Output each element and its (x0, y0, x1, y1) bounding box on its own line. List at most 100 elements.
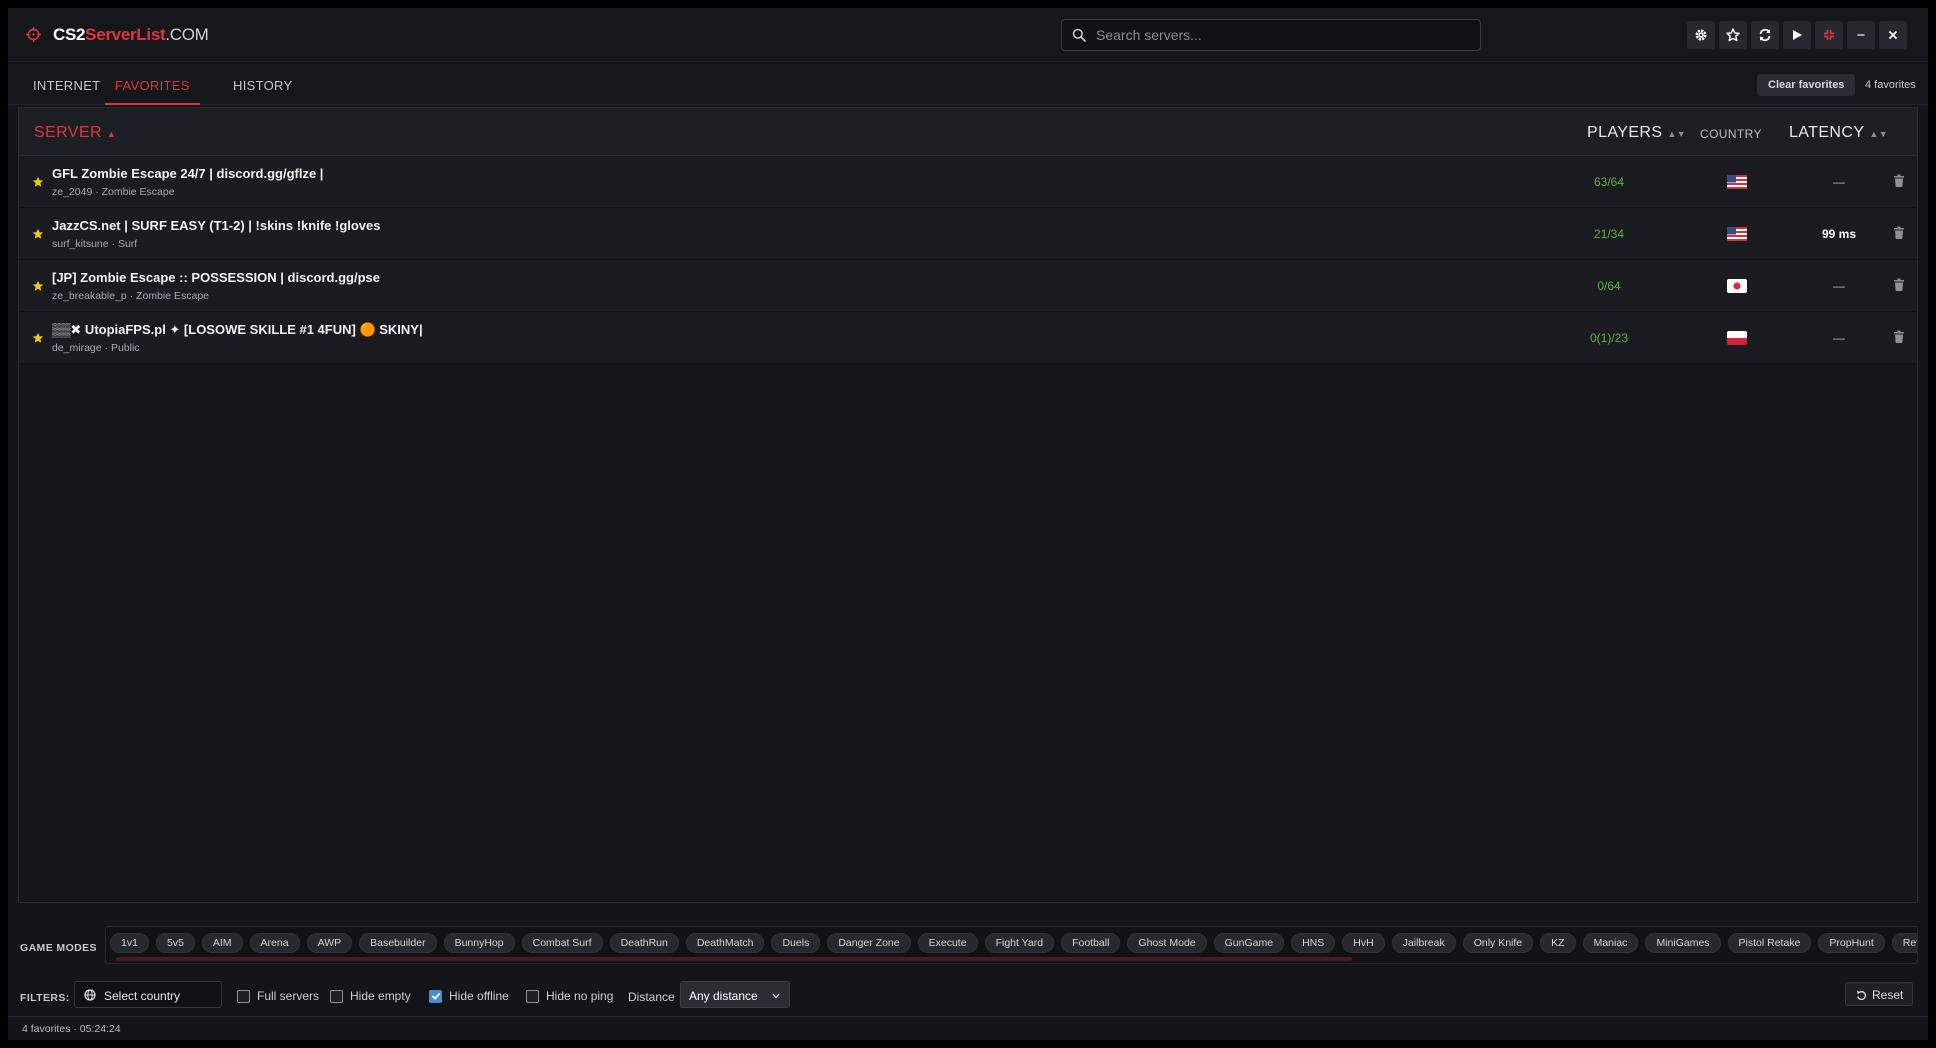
server-map: ze_2049 · Zombie Escape (52, 186, 175, 198)
jp-flag-icon (1727, 279, 1747, 293)
trash-icon[interactable] (1893, 278, 1905, 292)
game-mode-chip[interactable]: DeathRun (609, 933, 679, 953)
game-mode-chip[interactable]: Combat Surf (521, 933, 603, 953)
us-flag-icon (1727, 227, 1747, 241)
tab-history[interactable]: HISTORY (233, 62, 292, 105)
header-country[interactable]: COUNTRY (1700, 127, 1762, 141)
game-mode-chip[interactable]: 1v1 (110, 933, 149, 953)
header-latency-label: LATENCY (1789, 124, 1865, 141)
header-latency[interactable]: LATENCY ▲▼ (1789, 124, 1888, 142)
favorites-button[interactable] (1719, 21, 1747, 49)
clear-favorites-button[interactable]: Clear favorites (1757, 74, 1856, 96)
game-mode-chip[interactable]: GunGame (1213, 933, 1285, 953)
game-mode-chip[interactable]: Retake (1891, 933, 1917, 953)
hide-offline-checkbox[interactable]: Hide offline (429, 989, 509, 1003)
table-row[interactable]: ▒▒✖ UtopiaFPS.pl ✦ [LOSOWE SKILLE #1 4FU… (19, 312, 1917, 364)
country-select[interactable]: Select country (74, 981, 222, 1008)
table-row[interactable]: [JP] Zombie Escape :: POSSESSION | disco… (19, 260, 1917, 312)
game-modes-scroller[interactable]: 1v1 5v5 AIM Arena AWP Basebuilder BunnyHop Comb… (105, 926, 1918, 964)
favorite-star-icon[interactable] (32, 280, 44, 292)
favorite-star-icon[interactable] (32, 332, 44, 344)
game-mode-chip[interactable]: Only Knife (1462, 933, 1534, 953)
game-modes-bar: GAME MODES 1v1 5v5 AIM Arena AWP Basebuilder B… (8, 918, 1928, 972)
table-row[interactable]: JazzCS.net | SURF EASY (T1-2) | !skins !… (19, 208, 1917, 260)
game-mode-chip[interactable]: DeathMatch (685, 933, 765, 953)
distance-select[interactable]: Any distance (680, 981, 790, 1008)
table-row[interactable]: GFL Zombie Escape 24/7 | discord.gg/gflz… (19, 156, 1917, 208)
game-mode-chip[interactable]: KZ (1540, 933, 1576, 953)
game-mode-chip[interactable]: Arena (249, 933, 300, 953)
game-mode-chip[interactable]: HNS (1291, 933, 1336, 953)
play-icon (1793, 30, 1802, 40)
game-modes-scrollbar[interactable] (116, 957, 1352, 961)
sort-asc-icon: ▲ (106, 129, 117, 139)
server-name: JazzCS.net | SURF EASY (T1-2) | !skins !… (52, 218, 381, 233)
tab-internet[interactable]: INTERNET (33, 62, 100, 105)
close-button[interactable] (1879, 21, 1907, 49)
latency-value: — (1833, 175, 1845, 189)
checkbox-box[interactable] (526, 989, 539, 1003)
trash-icon[interactable] (1893, 330, 1905, 344)
compress-icon (1824, 30, 1834, 40)
game-mode-chip[interactable]: Execute (917, 933, 978, 953)
checkbox-box[interactable] (330, 989, 343, 1003)
globe-icon (84, 989, 96, 1001)
hide-no-ping-label: Hide no ping (546, 989, 614, 1003)
server-name: [JP] Zombie Escape :: POSSESSION | disco… (52, 270, 380, 285)
game-mode-chip[interactable]: Danger Zone (827, 933, 911, 953)
game-mode-chip[interactable]: Basebuilder (359, 933, 437, 953)
checkbox-box[interactable] (237, 989, 250, 1003)
minimize-button[interactable] (1847, 21, 1875, 49)
server-table: SERVER ▲ PLAYERS ▲▼ COUNTRY LATENCY ▲▼ GFL … (18, 107, 1918, 903)
favorite-star-icon[interactable] (32, 176, 44, 188)
game-mode-chip[interactable]: Fight Yard (984, 933, 1055, 953)
game-mode-chip[interactable]: AIM (201, 933, 243, 953)
distance-label: Distance (628, 990, 675, 1004)
game-mode-chip[interactable]: Jailbreak (1391, 933, 1456, 953)
game-mode-chip[interactable]: 5v5 (155, 933, 195, 953)
app-logo: CS2ServerList.COM (53, 25, 209, 45)
game-mode-chip[interactable]: Ghost Mode (1127, 933, 1207, 953)
logo-part-com: .COM (165, 25, 209, 44)
distance-value: Any distance (689, 989, 758, 1003)
server-name: GFL Zombie Escape 24/7 | discord.gg/gflz… (52, 166, 324, 181)
table-header: SERVER ▲ PLAYERS ▲▼ COUNTRY LATENCY ▲▼ (19, 108, 1917, 156)
game-mode-chip[interactable]: Duels (771, 933, 821, 953)
crosshair-icon (26, 27, 41, 42)
refresh-button[interactable] (1751, 21, 1779, 49)
full-servers-checkbox[interactable]: Full servers (237, 989, 319, 1003)
compact-mode-button[interactable] (1815, 21, 1843, 49)
trash-icon[interactable] (1893, 174, 1905, 188)
game-mode-chip[interactable]: Football (1061, 933, 1121, 953)
game-modes-label: GAME MODES (20, 942, 97, 954)
header-server-label: SERVER (34, 124, 102, 141)
header-server[interactable]: SERVER ▲ (34, 124, 116, 142)
favorite-star-icon[interactable] (32, 228, 44, 240)
full-servers-label: Full servers (257, 989, 320, 1003)
game-mode-chip[interactable]: MiniGames (1645, 933, 1721, 953)
reset-label: Reset (1872, 988, 1904, 1002)
trash-icon[interactable] (1893, 226, 1905, 240)
filters-label: FILTERS: (20, 992, 70, 1004)
game-mode-chip[interactable]: Pistol Retake (1727, 933, 1812, 953)
reset-button[interactable]: Reset (1845, 982, 1913, 1006)
latency-value: 99 ms (1821, 227, 1857, 241)
hide-empty-checkbox[interactable]: Hide empty (330, 989, 411, 1003)
settings-button[interactable] (1687, 21, 1715, 49)
game-mode-chip[interactable]: AWP (306, 933, 353, 953)
server-name: ▒▒✖ UtopiaFPS.pl ✦ [LOSOWE SKILLE #1 4FU… (52, 322, 423, 337)
checkbox-box-checked[interactable] (429, 989, 442, 1003)
game-mode-chip[interactable]: PropHunt (1818, 933, 1885, 953)
latency-value: — (1833, 279, 1845, 293)
game-mode-chip[interactable]: BunnyHop (443, 933, 515, 953)
search-input[interactable] (1096, 20, 1466, 50)
tab-favorites[interactable]: FAVORITES (105, 62, 200, 105)
latency-value: — (1833, 331, 1845, 345)
game-mode-chip[interactable]: HvH (1342, 933, 1385, 953)
game-mode-chip[interactable]: Maniac (1582, 933, 1639, 953)
favorites-count: 4 favorites (1865, 79, 1916, 91)
play-button[interactable] (1783, 21, 1811, 49)
header-players[interactable]: PLAYERS ▲▼ (1587, 124, 1686, 142)
hide-no-ping-checkbox[interactable]: Hide no ping (526, 989, 613, 1003)
header-players-label: PLAYERS (1587, 124, 1663, 141)
